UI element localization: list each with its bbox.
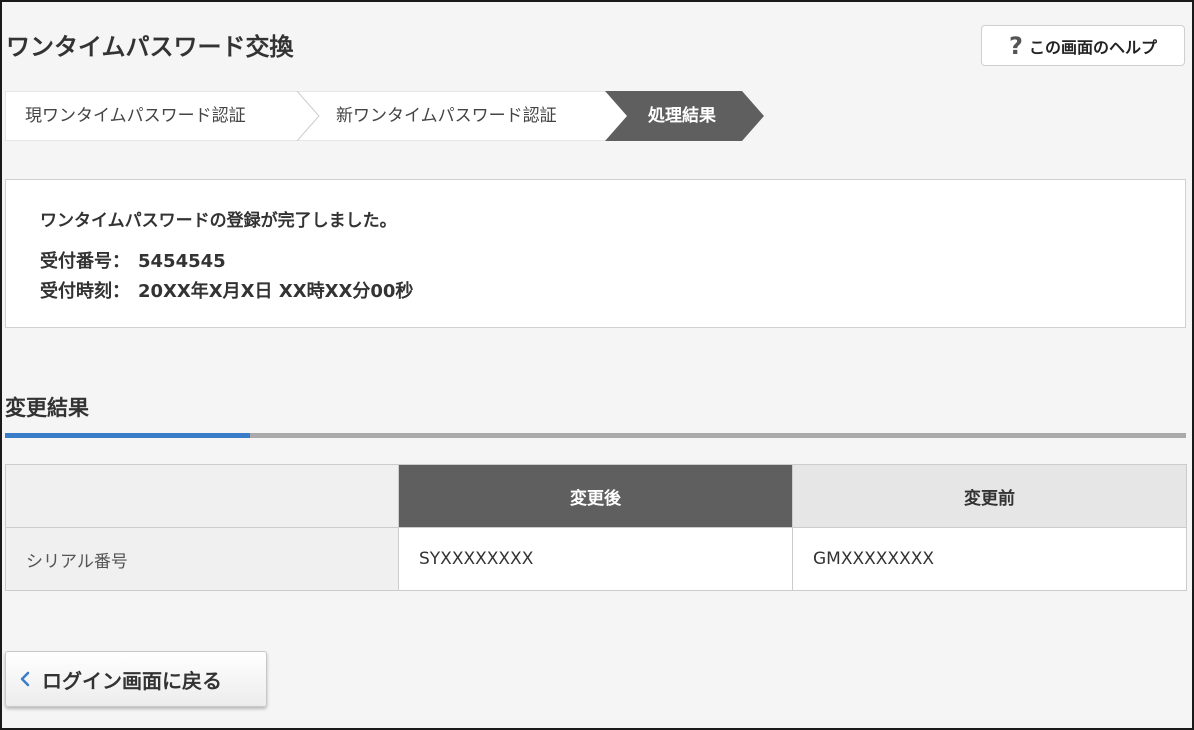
completion-panel: ワンタイムパスワードの登録が完了しました。 受付番号： 5454545 受付時刻：… — [5, 179, 1186, 328]
step-indicator: 現ワンタイムパスワード認証 新ワンタイムパスワード認証 処理結果 — [5, 91, 765, 141]
back-to-login-label: ログイン画面に戻る — [42, 668, 222, 693]
serial-number-after: SYXXXXXXXX — [398, 527, 793, 591]
receipt-time-row: 受付時刻： 20XX年X月X日 XX時XX分00秒 — [40, 277, 413, 303]
help-button[interactable]: ? この画面のヘルプ — [981, 25, 1185, 66]
receipt-number-label: 受付番号： — [40, 251, 130, 272]
step-processing-result: 処理結果 — [648, 106, 716, 126]
step-new-otp-auth: 新ワンタイムパスワード認証 — [336, 106, 557, 126]
step-current-otp-auth: 現ワンタイムパスワード認証 — [25, 106, 246, 126]
receipt-time-value: 20XX年X月X日 XX時XX分00秒 — [138, 281, 414, 302]
question-icon: ? — [1009, 31, 1023, 60]
section-title: 変更結果 — [5, 396, 89, 420]
page-title: ワンタイムパスワード交換 — [6, 33, 294, 61]
receipt-number-row: 受付番号： 5454545 — [40, 247, 226, 273]
chevron-left-icon — [20, 671, 30, 687]
table-corner-cell — [5, 464, 399, 528]
column-header-before: 変更前 — [792, 464, 1187, 528]
help-button-label: この画面のヘルプ — [1028, 37, 1157, 57]
section-divider — [5, 433, 1186, 438]
column-header-after: 変更後 — [398, 464, 793, 528]
receipt-time-label: 受付時刻： — [40, 281, 130, 302]
completion-message: ワンタイムパスワードの登録が完了しました。 — [40, 211, 397, 231]
result-table: 変更後 変更前 シリアル番号 SYXXXXXXXX GMXXXXXXXX — [5, 464, 1187, 591]
serial-number-before: GMXXXXXXXX — [792, 527, 1187, 591]
back-to-login-button[interactable]: ログイン画面に戻る — [5, 651, 267, 707]
row-label-serial-number: シリアル番号 — [5, 527, 399, 591]
table-header-row: 変更後 変更前 — [5, 464, 1187, 528]
receipt-number-value: 5454545 — [138, 251, 226, 272]
section-divider-accent — [5, 433, 250, 438]
table-row: シリアル番号 SYXXXXXXXX GMXXXXXXXX — [5, 527, 1187, 591]
